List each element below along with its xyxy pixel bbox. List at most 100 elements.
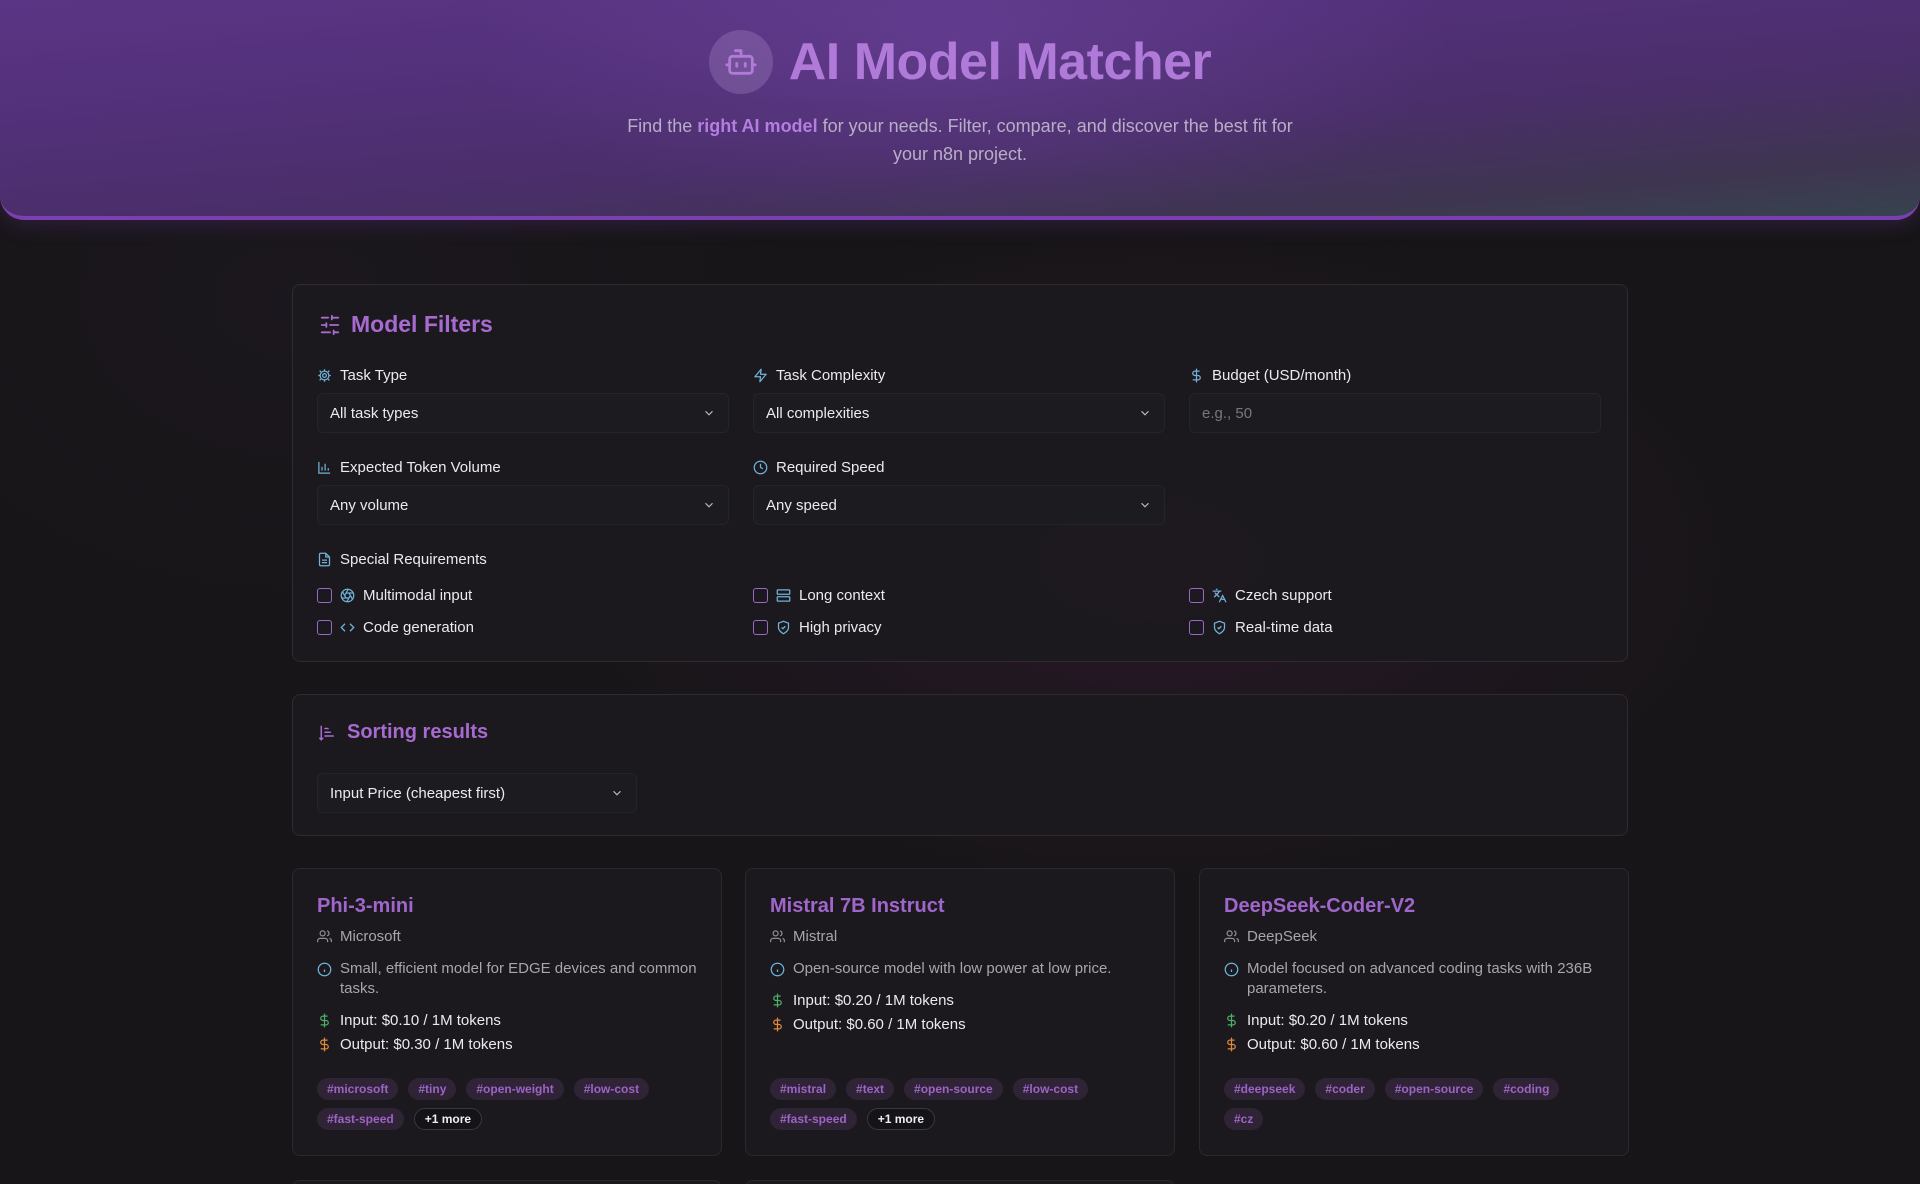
tag[interactable]: #open-weight (466, 1078, 564, 1100)
chevron-down-icon (1138, 406, 1152, 420)
speed-select[interactable]: Any speed (753, 485, 1165, 525)
tag[interactable]: #microsoft (317, 1078, 399, 1100)
realtime-data-checkbox[interactable]: Real-time data (1189, 619, 1333, 636)
subtitle-text-end: for your needs. Filter, compare, and dis… (817, 116, 1293, 164)
speed-label-text: Required Speed (776, 459, 885, 476)
users-icon (317, 927, 332, 944)
chevron-down-icon (1138, 498, 1152, 512)
task-complexity-select[interactable]: All complexities (753, 393, 1165, 433)
token-volume-select[interactable]: Any volume (317, 485, 729, 525)
tag[interactable]: #text (846, 1078, 895, 1100)
hero-subtitle: Find the right AI model for your needs. … (620, 112, 1300, 168)
model-description: Model focused on advanced coding tasks w… (1247, 960, 1593, 997)
more-tags-button[interactable]: +1 more (413, 1108, 483, 1130)
sorting-panel: Sorting results Input Price (cheapest fi… (292, 694, 1628, 836)
output-price-row: Output: $0.30 / 1M tokens (317, 1035, 513, 1055)
tag[interactable]: #open-source (1384, 1078, 1484, 1100)
budget-label-text: Budget (USD/month) (1212, 367, 1352, 384)
info-icon (1224, 959, 1239, 977)
tag[interactable]: #coder (1315, 1078, 1375, 1100)
model-card[interactable]: Mistral 7B Instruct Mistral Open-source … (745, 868, 1175, 1156)
task-type-select[interactable]: All task types (317, 393, 729, 433)
token-volume-value: Any volume (330, 496, 409, 514)
model-name[interactable]: DeepSeek-Coder-V2 (1224, 895, 1415, 918)
tag[interactable]: #low-cost (1012, 1078, 1089, 1100)
more-tags-button[interactable]: +1 more (866, 1108, 936, 1130)
task-type-label-text: Task Type (340, 367, 408, 384)
tag[interactable]: #fast-speed (770, 1108, 857, 1130)
checkbox-box[interactable] (317, 620, 332, 635)
tag[interactable]: #mistral (770, 1078, 837, 1100)
multimodal-checkbox[interactable]: Multimodal input (317, 587, 472, 604)
input-price: Input: $0.20 / 1M tokens (793, 992, 954, 1009)
checkbox-box[interactable] (317, 588, 332, 603)
czech-support-checkbox[interactable]: Czech support (1189, 587, 1332, 604)
sort-select[interactable]: Input Price (cheapest first) (317, 773, 637, 813)
tag[interactable]: #tiny (408, 1078, 457, 1100)
checkbox-box[interactable] (1189, 588, 1204, 603)
code-generation-checkbox[interactable]: Code generation (317, 619, 474, 636)
gear-icon (317, 368, 332, 383)
document-icon (317, 552, 332, 567)
description-row: Small, efficient model for EDGE devices … (317, 959, 710, 999)
checkbox-box[interactable] (753, 588, 768, 603)
users-icon (770, 927, 785, 944)
task-complexity-label-text: Task Complexity (776, 367, 886, 384)
model-name[interactable]: Phi-3-mini (317, 895, 414, 918)
budget-input[interactable] (1189, 393, 1601, 433)
tag[interactable]: #low-cost (573, 1078, 650, 1100)
special-requirements-label: Special Requirements (317, 551, 487, 568)
checkbox-box[interactable] (753, 620, 768, 635)
input-price-row: Input: $0.20 / 1M tokens (1224, 1011, 1408, 1031)
robot-icon (708, 30, 773, 94)
bar-chart-icon (317, 460, 332, 475)
tag-list: #deepseek #coder #open-source #coding #c… (1224, 1078, 1604, 1130)
output-price: Output: $0.60 / 1M tokens (1247, 1036, 1420, 1053)
output-price-row: Output: $0.60 / 1M tokens (770, 1015, 966, 1035)
aperture-icon (340, 588, 355, 603)
multimodal-label: Multimodal input (363, 587, 473, 604)
chevron-down-icon (702, 498, 716, 512)
dollar-icon (1224, 1011, 1239, 1028)
model-card[interactable]: Phi-3-mini Microsoft Small, efficient mo… (292, 868, 722, 1156)
sort-icon (319, 724, 337, 742)
shield-check-icon (1212, 620, 1227, 635)
zap-icon (753, 368, 768, 383)
dollar-icon (1189, 368, 1204, 383)
input-price: Input: $0.20 / 1M tokens (1247, 1012, 1408, 1029)
server-icon (776, 588, 791, 603)
high-privacy-label: High privacy (799, 619, 882, 636)
output-price-row: Output: $0.60 / 1M tokens (1224, 1035, 1420, 1055)
tag[interactable]: #deepseek (1224, 1078, 1306, 1100)
provider-row: DeepSeek (1224, 927, 1317, 947)
tag-list: #microsoft #tiny #open-weight #low-cost … (317, 1078, 697, 1130)
provider-row: Microsoft (317, 927, 401, 947)
info-icon (317, 959, 332, 977)
tag-list: #mistral #text #open-source #low-cost #f… (770, 1078, 1150, 1130)
provider-row: Mistral (770, 927, 837, 947)
tag[interactable]: #fast-speed (317, 1108, 404, 1130)
dollar-icon (1224, 1035, 1239, 1052)
subtitle-highlight: right AI model (697, 116, 818, 136)
task-type-value: All task types (330, 404, 419, 422)
high-privacy-checkbox[interactable]: High privacy (753, 619, 882, 636)
tag[interactable]: #coding (1493, 1078, 1560, 1100)
chevron-down-icon (702, 406, 716, 420)
model-card-partial (745, 1180, 1175, 1184)
long-context-checkbox[interactable]: Long context (753, 587, 885, 604)
filters-panel: Model Filters Task Type All task types T… (292, 284, 1628, 662)
token-volume-label-text: Expected Token Volume (340, 459, 501, 476)
input-price-row: Input: $0.20 / 1M tokens (770, 991, 954, 1011)
model-card[interactable]: DeepSeek-Coder-V2 DeepSeek Model focused… (1199, 868, 1629, 1156)
hero-header: AI Model Matcher Find the right AI model… (0, 0, 1920, 220)
checkbox-box[interactable] (1189, 620, 1204, 635)
model-name[interactable]: Mistral 7B Instruct (770, 895, 944, 918)
provider-name: DeepSeek (1247, 928, 1318, 945)
tag[interactable]: #cz (1224, 1108, 1264, 1130)
filters-title: Model Filters (319, 311, 493, 338)
tag[interactable]: #open-source (904, 1078, 1003, 1100)
sorting-title-text: Sorting results (347, 721, 489, 743)
code-icon (340, 620, 355, 635)
page-title: AI Model Matcher (788, 33, 1212, 91)
sliders-icon (319, 314, 341, 336)
